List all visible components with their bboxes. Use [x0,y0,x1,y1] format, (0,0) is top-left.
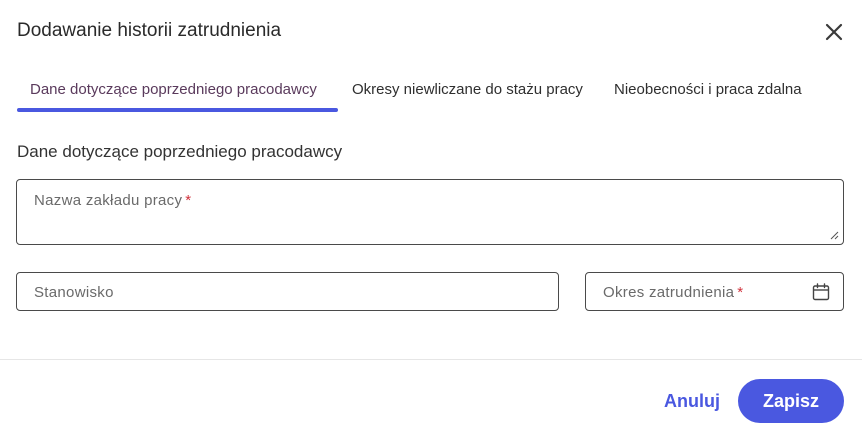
cancel-button[interactable]: Anuluj [662,380,722,422]
employment-period-label: Okres zatrudnienia * [603,284,744,301]
active-tab-indicator [17,108,338,112]
position-label: Stanowisko [34,284,114,301]
resize-grip-icon[interactable] [829,230,839,240]
tab-excluded-periods[interactable]: Okresy niewliczane do stażu pracy [352,70,583,110]
tab-absences-remote-work[interactable]: Nieobecności i praca zdalna [614,70,802,110]
required-mark: * [737,284,744,301]
position-field[interactable]: Stanowisko [16,272,559,311]
employment-period-field[interactable]: Okres zatrudnienia * [585,272,844,311]
employer-name-field[interactable]: Nazwa zakładu pracy * [16,179,844,245]
tab-previous-employer[interactable]: Dane dotyczące poprzedniego pracodawcy [30,70,317,110]
add-employment-history-dialog: Dodawanie historii zatrudnienia Dane dot… [0,0,862,433]
dialog-title: Dodawanie historii zatrudnienia [17,20,282,41]
section-title: Dane dotyczące poprzedniego pracodawcy [17,142,343,161]
calendar-icon[interactable] [811,282,831,302]
close-icon [825,23,843,41]
tab-bar: Dane dotyczące poprzedniego pracodawcy O… [17,70,847,112]
save-button[interactable]: Zapisz [738,379,844,423]
close-button[interactable] [822,20,846,44]
required-mark: * [185,192,192,209]
employer-name-label: Nazwa zakładu pracy * [34,192,192,209]
footer-divider [0,359,862,360]
